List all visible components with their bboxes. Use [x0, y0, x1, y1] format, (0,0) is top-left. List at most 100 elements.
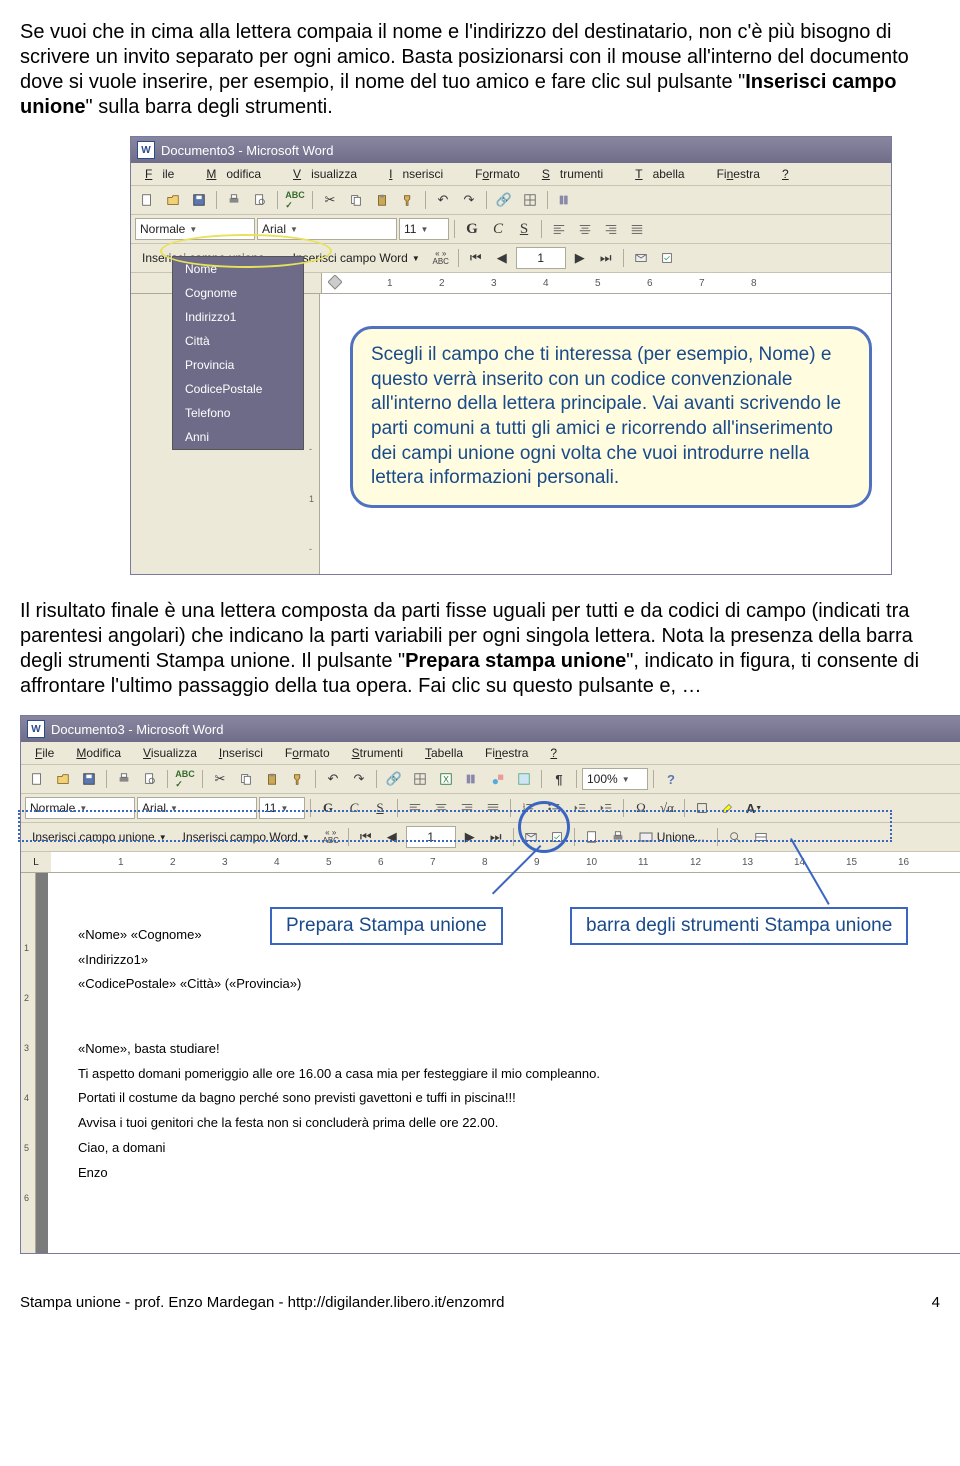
first-record-icon[interactable]: ⏮ — [354, 825, 378, 849]
bullets-icon[interactable] — [542, 796, 566, 820]
prev-record-icon[interactable]: ◀ — [490, 246, 514, 270]
bold-button[interactable]: G — [316, 796, 340, 820]
cut-icon[interactable]: ✂ — [318, 188, 342, 212]
justify-icon[interactable] — [481, 796, 505, 820]
style-dropdown[interactable]: Normale▼ — [25, 797, 135, 819]
italic-button[interactable]: C — [486, 217, 510, 241]
zoom-dropdown[interactable]: 100%▼ — [582, 768, 648, 790]
underline-button[interactable]: S — [512, 217, 536, 241]
insert-merge-field-button[interactable]: Inserisci campo unione▼ — [25, 825, 174, 849]
menu-strumenti[interactable]: Strumenti — [532, 165, 623, 183]
font-dropdown[interactable]: Arial▼ — [137, 797, 257, 819]
insert-word-field-button[interactable]: Inserisci campo Word▼ — [286, 246, 427, 270]
table-grid-icon[interactable] — [408, 767, 432, 791]
last-record-icon[interactable]: ⏭ — [594, 246, 618, 270]
paste-icon[interactable] — [370, 188, 394, 212]
last-record-icon[interactable]: ⏭ — [484, 825, 508, 849]
menu-finestra[interactable]: Finestra — [707, 165, 770, 183]
align-center-icon[interactable] — [573, 217, 597, 241]
format-painter-icon[interactable] — [286, 767, 310, 791]
redo-icon[interactable]: ↷ — [347, 767, 371, 791]
view-merged-icon[interactable]: « » ABC — [319, 825, 343, 849]
save-icon[interactable] — [187, 188, 211, 212]
cut-icon[interactable]: ✂ — [208, 767, 232, 791]
field-telefono[interactable]: Telefono — [173, 401, 303, 425]
copy-icon[interactable] — [344, 188, 368, 212]
size-dropdown[interactable]: 11▼ — [259, 797, 305, 819]
menu-inserisci[interactable]: Inserisci — [379, 165, 463, 183]
columns-icon[interactable] — [553, 188, 577, 212]
merge-new-doc-icon[interactable] — [580, 825, 604, 849]
underline-button[interactable]: S — [368, 796, 392, 820]
link-icon[interactable]: 🔗 — [492, 188, 516, 212]
mailmerge-helper-icon[interactable] — [629, 246, 653, 270]
columns-icon[interactable] — [460, 767, 484, 791]
insert-word-field-button[interactable]: Inserisci campo Word▼ — [176, 825, 317, 849]
field-anni[interactable]: Anni — [173, 425, 303, 449]
omega-icon[interactable]: Ω — [629, 796, 653, 820]
edit-datasrc-icon[interactable] — [749, 825, 773, 849]
paste-icon[interactable] — [260, 767, 284, 791]
save-icon[interactable] — [77, 767, 101, 791]
menu-help[interactable]: ? — [772, 165, 799, 183]
field-codicepostale[interactable]: CodicePostale — [173, 377, 303, 401]
border-icon[interactable] — [690, 796, 714, 820]
field-nome[interactable]: Nome — [173, 257, 303, 281]
menu-formato[interactable]: Formato — [465, 165, 530, 183]
preview-icon[interactable] — [248, 188, 272, 212]
format-painter-icon[interactable] — [396, 188, 420, 212]
menu-visualizza[interactable]: Visualizza — [283, 165, 377, 183]
help-icon[interactable]: ? — [659, 767, 683, 791]
menu-strumenti[interactable]: Strumenti — [342, 744, 413, 762]
record-number[interactable]: 1 — [516, 247, 566, 269]
record-number[interactable]: 1 — [406, 826, 456, 848]
open-icon[interactable] — [161, 188, 185, 212]
next-record-icon[interactable]: ▶ — [568, 246, 592, 270]
check-errors-icon[interactable] — [545, 825, 569, 849]
preview-icon[interactable] — [138, 767, 162, 791]
menu-inserisci[interactable]: Inserisci — [209, 744, 273, 762]
first-record-icon[interactable]: ⏮ — [464, 246, 488, 270]
excel-icon[interactable]: X — [434, 767, 458, 791]
menu-formato[interactable]: Formato — [275, 744, 340, 762]
italic-button[interactable]: C — [342, 796, 366, 820]
table-grid-icon[interactable] — [518, 188, 542, 212]
print-icon[interactable] — [222, 188, 246, 212]
align-left-icon[interactable] — [403, 796, 427, 820]
equation-icon[interactable]: √α — [655, 796, 679, 820]
map-icon[interactable] — [512, 767, 536, 791]
justify-icon[interactable] — [625, 217, 649, 241]
indent-icon[interactable] — [594, 796, 618, 820]
prev-record-icon[interactable]: ◀ — [380, 825, 404, 849]
font-color-icon[interactable]: A▼ — [742, 796, 766, 820]
link-icon[interactable]: 🔗 — [382, 767, 406, 791]
find-record-icon[interactable] — [723, 825, 747, 849]
menu-tabella[interactable]: Tabella — [625, 165, 704, 183]
menu-help[interactable]: ? — [540, 744, 567, 762]
merge-print-icon[interactable] — [606, 825, 630, 849]
align-center-icon[interactable] — [429, 796, 453, 820]
new-doc-icon[interactable] — [25, 767, 49, 791]
new-doc-icon[interactable] — [135, 188, 159, 212]
spell-icon[interactable]: ABC✓ — [173, 767, 197, 791]
menu-modifica[interactable]: Modifica — [66, 744, 131, 762]
next-record-icon[interactable]: ▶ — [458, 825, 482, 849]
unione-button[interactable]: Unione... — [632, 825, 712, 849]
field-cognome[interactable]: Cognome — [173, 281, 303, 305]
redo-icon[interactable]: ↷ — [457, 188, 481, 212]
menu-finestra[interactable]: Finestra — [475, 744, 538, 762]
menu-file[interactable]: File — [135, 165, 194, 183]
menu-tabella[interactable]: Tabella — [415, 744, 473, 762]
field-indirizzo1[interactable]: Indirizzo1 — [173, 305, 303, 329]
menu-file[interactable]: File — [25, 744, 64, 762]
pilcrow-icon[interactable]: ¶ — [547, 767, 571, 791]
menu-modifica[interactable]: Modifica — [196, 165, 281, 183]
align-left-icon[interactable] — [547, 217, 571, 241]
field-provincia[interactable]: Provincia — [173, 353, 303, 377]
copy-icon[interactable] — [234, 767, 258, 791]
size-dropdown[interactable]: 11▼ — [399, 218, 449, 240]
field-citta[interactable]: Città — [173, 329, 303, 353]
menu-visualizza[interactable]: Visualizza — [133, 744, 207, 762]
check-errors-icon[interactable] — [655, 246, 679, 270]
align-right-icon[interactable] — [455, 796, 479, 820]
